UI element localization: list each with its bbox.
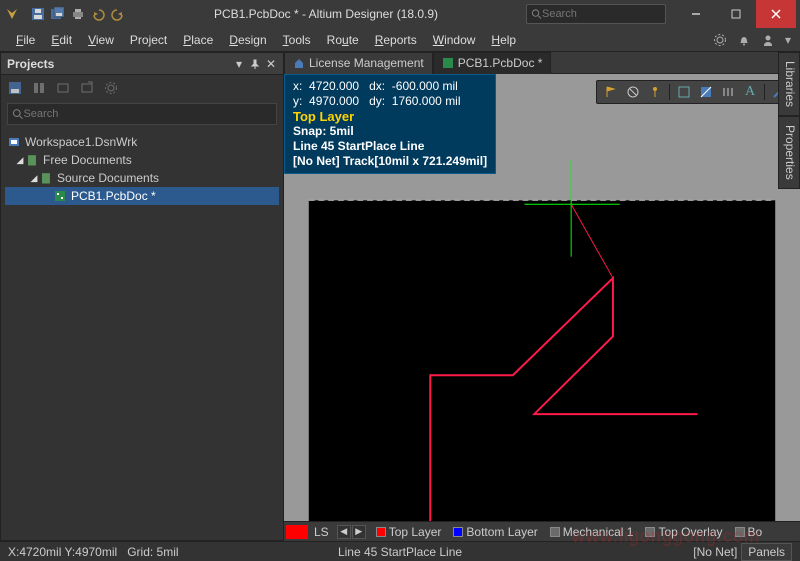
search-input[interactable] [542,8,661,20]
align-icon[interactable] [720,84,736,100]
menu-view[interactable]: View [80,31,122,49]
coordinate-hud: x: 4720.000 dx: -600.000 mil y: 4970.000… [284,74,496,174]
status-net: [No Net] [693,545,737,559]
tab-pcbdoc[interactable]: PCB1.PcbDoc * [433,52,552,74]
folder-icon: ▇ [39,171,53,185]
active-layer-swatch[interactable] [286,525,308,539]
folder-icon: ▇ [25,153,39,167]
side-panel-tabs: Libraries Properties [778,52,800,541]
expand-arrow-icon[interactable]: ◢ [15,155,25,166]
save-project-icon[interactable] [7,80,23,96]
bell-icon[interactable] [736,32,752,48]
layer-top[interactable]: Top Layer [370,525,448,539]
menu-edit[interactable]: Edit [43,31,80,49]
status-position: X:4720mil Y:4970mil Grid: 5mil [8,545,179,559]
layer-bottom[interactable]: Bottom Layer [447,525,543,539]
maximize-button[interactable] [716,0,756,28]
projects-title: Projects [7,57,54,71]
undo-icon[interactable] [90,6,106,22]
layer-set-button[interactable]: LS [310,525,333,539]
menubar: File Edit View Project Place Design Tool… [0,28,800,52]
panel-menu-icon[interactable]: ▾ [233,58,245,70]
menu-help[interactable]: Help [483,31,524,49]
layer-next-button[interactable]: ▶ [352,525,366,539]
flag-icon[interactable] [603,84,619,100]
search-icon [531,8,542,20]
layer-prev-button[interactable]: ◀ [337,525,351,539]
layer-more[interactable]: Bo [729,525,769,539]
project-search[interactable] [7,103,277,125]
menu-place[interactable]: Place [175,31,221,49]
menu-tools[interactable]: Tools [275,31,319,49]
jump-icon[interactable] [647,84,663,100]
titlebar: PCB1.PcbDoc * - Altium Designer (18.0.9) [0,0,800,28]
menu-design[interactable]: Design [221,31,274,49]
status-mode: Line 45 StartPlace Line [338,545,462,559]
redo-icon[interactable] [110,6,126,22]
text-icon[interactable]: A [742,84,758,100]
refresh-icon[interactable] [79,80,95,96]
side-tab-properties[interactable]: Properties [778,116,800,189]
home-icon [293,57,305,69]
menu-reports[interactable]: Reports [367,31,425,49]
settings-icon[interactable] [103,80,119,96]
save-icon[interactable] [30,6,46,22]
menu-route[interactable]: Route [319,31,367,49]
clear-icon[interactable] [625,84,641,100]
menu-file[interactable]: File [8,31,43,49]
pcb-canvas-area[interactable]: x: 4720.000 dx: -600.000 mil y: 4970.000… [284,74,800,521]
panels-button[interactable]: Panels [741,543,792,561]
expand-arrow-icon[interactable]: ◢ [29,173,39,184]
window-title: PCB1.PcbDoc * - Altium Designer (18.0.9) [126,7,526,21]
editor-area: License Management PCB1.PcbDoc * x: 4720… [284,52,800,541]
tree-free-documents[interactable]: ◢ ▇ Free Documents [5,151,279,169]
pin-icon[interactable] [249,58,261,70]
save-all-icon[interactable] [50,6,66,22]
project-tree: Workspace1.DsnWrk ◢ ▇ Free Documents ◢ ▇… [1,127,283,540]
app-logo [4,6,20,22]
global-search[interactable] [526,4,666,24]
statusbar: X:4720mil Y:4970mil Grid: 5mil Line 45 S… [0,541,800,561]
tree-file-pcbdoc[interactable]: PCB1.PcbDoc * [5,187,279,205]
tree-workspace[interactable]: Workspace1.DsnWrk [5,133,279,151]
canvas-toolbar: A [596,80,794,104]
document-tabs: License Management PCB1.PcbDoc * [284,52,800,74]
print-icon[interactable] [70,6,86,22]
select-icon[interactable] [676,84,692,100]
pcb-file-icon [53,189,67,203]
project-search-input[interactable] [23,108,272,120]
filter-icon[interactable] [698,84,714,100]
search-icon [12,108,23,120]
gear-icon[interactable] [712,32,728,48]
panel-close-icon[interactable]: ✕ [265,58,277,70]
tree-source-documents[interactable]: ◢ ▇ Source Documents [5,169,279,187]
projects-panel: Projects ▾ ✕ Workspace1.DsnWrk [0,52,284,541]
compile-icon[interactable] [31,80,47,96]
close-button[interactable] [756,0,796,28]
layer-top-overlay[interactable]: Top Overlay [639,525,728,539]
pcb-file-icon [442,57,454,69]
layer-mech1[interactable]: Mechanical 1 [544,525,640,539]
side-tab-libraries[interactable]: Libraries [778,52,800,116]
user-icon[interactable] [760,32,776,48]
layer-bar: LS ◀ ▶ Top Layer Bottom Layer Mechanical… [284,521,800,541]
chevron-down-icon[interactable]: ▾ [784,32,792,48]
project-options-icon[interactable] [55,80,71,96]
menu-project[interactable]: Project [122,31,175,49]
minimize-button[interactable] [676,0,716,28]
tab-license[interactable]: License Management [284,52,433,74]
menu-window[interactable]: Window [425,31,484,49]
